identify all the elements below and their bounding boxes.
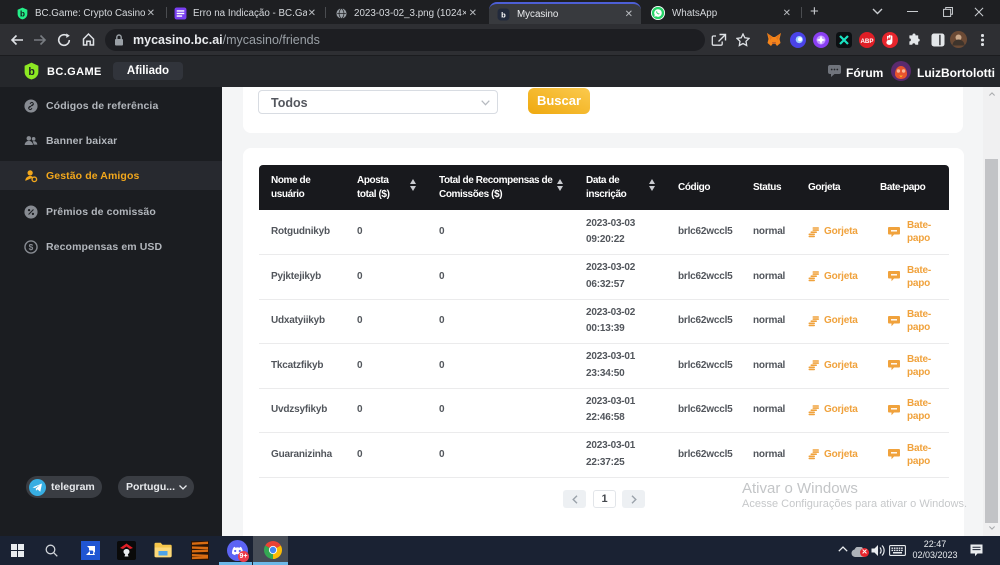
svg-text:ABP: ABP (860, 38, 873, 45)
svg-text:$: $ (29, 242, 34, 252)
svg-text:b: b (501, 10, 506, 19)
svg-text:b: b (28, 66, 35, 78)
svg-text:b: b (20, 9, 25, 18)
